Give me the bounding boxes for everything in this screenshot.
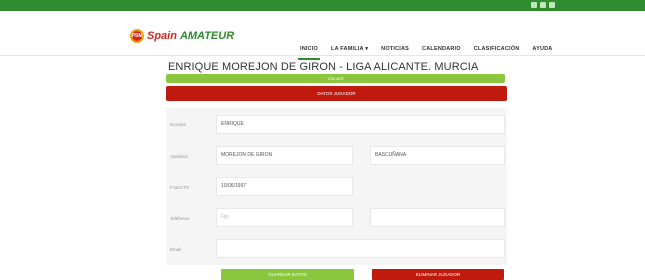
logo-badge-icon: PSM [130,29,144,43]
logo-spain-text: Spain [147,30,177,42]
main-nav: INICIO LA FAMILIA ▾ NOTICIAS CALENDARIO … [297,46,552,60]
fnac-label: F.NACTO [170,185,190,190]
fnac-field[interactable]: 10/06/1997 [216,177,353,196]
email-field[interactable] [216,239,505,258]
nombre-label: Nombre [170,122,187,127]
top-bar [0,0,645,11]
header: PSM Spain AMATEUR INICIO LA FAMILIA ▾ NO… [0,11,645,60]
logo[interactable]: PSM Spain AMATEUR [130,29,234,43]
nombre-field[interactable]: ENRIQUE [216,115,505,134]
datos-jugador-button[interactable]: DATOS JUGADOR [166,86,507,101]
social-icon-2[interactable] [540,2,546,8]
social-icon-1[interactable] [531,2,537,8]
nav-noticias[interactable]: NOTICIAS [381,46,409,52]
player-form: Nombre ENRIQUE Apellidos MOREJON DE GIRO… [166,108,507,265]
guardar-datos-button[interactable]: GUARDAR DATOS [221,269,354,280]
social-icons [531,2,555,8]
logo-amateur-text: AMATEUR [179,30,235,42]
page-title: ENRIQUE MOREJON DE GIRON - LIGA ALICANTE… [168,61,479,73]
telefono-movil-field[interactable] [370,208,505,227]
apellido1-field[interactable]: MOREJON DE GIRON [216,146,353,165]
email-label: Email [170,247,182,252]
nav-calendario[interactable]: CALENDARIO [422,46,461,52]
apellido2-field[interactable]: BASCUÑANA [370,146,505,165]
nav-clasificacion[interactable]: CLASIFICACIÓN [474,46,520,52]
nav-inicio[interactable]: INICIO [297,46,321,60]
telefono-fijo-field[interactable]: Fijo [216,208,353,227]
nav-la-familia[interactable]: LA FAMILIA ▾ [331,46,368,52]
nav-ayuda[interactable]: AYUDA [532,46,552,52]
apellidos-label: Apellidos [170,154,189,159]
social-icon-3[interactable] [549,2,555,8]
telefonos-label: Teléfonos [170,216,190,221]
volver-button[interactable]: VOLVER [166,74,505,83]
eliminar-jugador-button[interactable]: ELIMINAR JUGADOR [372,269,504,280]
